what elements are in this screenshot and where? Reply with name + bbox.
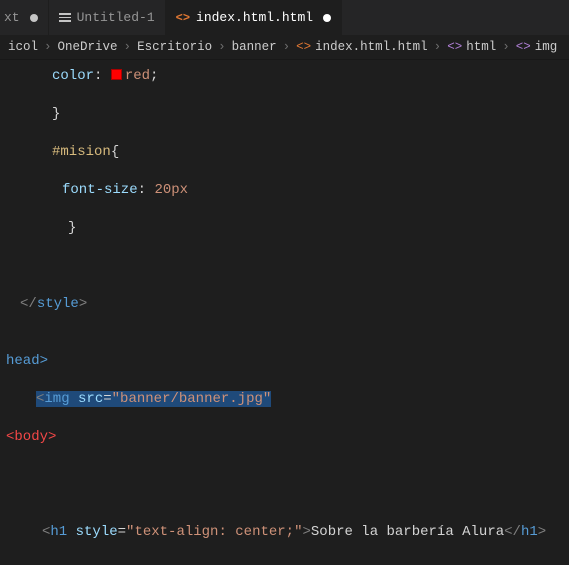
file-icon [59,13,71,22]
tab-label: xt [4,10,20,25]
chevron-right-icon: › [216,40,228,54]
breadcrumb-segment[interactable]: index.html.html [315,40,428,54]
tab-untitled-1[interactable]: Untitled-1 [49,0,166,35]
breadcrumb-segment[interactable]: Escritorio [137,40,212,54]
breadcrumb-segment[interactable]: icol [8,40,38,54]
breadcrumb[interactable]: icol › OneDrive › Escritorio › banner › … [0,35,569,59]
css-property: color [52,68,94,84]
html-tag-error: <body> [6,429,56,445]
html-file-icon: <> [176,11,190,25]
selected-text: <img src="banner/banner.jpg" [36,391,271,407]
chevron-right-icon: › [42,40,54,54]
chevron-right-icon: › [122,40,134,54]
tab-label: Untitled-1 [77,10,155,25]
breadcrumb-segment[interactable]: OneDrive [58,40,118,54]
chevron-right-icon: › [432,40,444,54]
breadcrumb-segment[interactable]: html [466,40,496,54]
symbol-icon: <> [516,40,531,54]
tab-index-html[interactable]: <> index.html.html [166,0,342,35]
tab-partial-txt[interactable]: xt [0,0,49,35]
breadcrumb-segment[interactable]: banner [232,40,277,54]
css-value: red [125,68,150,84]
html-file-icon: <> [296,40,311,54]
symbol-icon: <> [447,40,462,54]
tab-label: index.html.html [196,10,313,25]
dirty-indicator-icon [30,14,38,22]
chevron-right-icon: › [281,40,293,54]
dirty-indicator-icon [323,14,331,22]
css-selector: #mision [52,144,111,160]
h1-text: Sobre la barbería Alura [311,524,504,540]
css-value: 20px [154,182,188,198]
css-property: font-size [62,182,138,198]
code-editor[interactable]: color: red; } #mision{ font-size: 20px }… [0,59,569,561]
breadcrumb-segment[interactable]: img [535,40,558,54]
chevron-right-icon: › [500,40,512,54]
color-swatch-icon[interactable] [111,69,122,80]
editor-tabs: xt Untitled-1 <> index.html.html [0,0,569,35]
html-tag: head> [6,353,48,369]
